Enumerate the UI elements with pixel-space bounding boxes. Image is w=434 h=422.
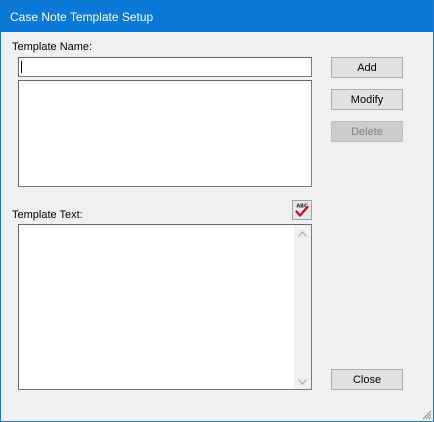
- close-button[interactable]: Close: [331, 369, 403, 390]
- scroll-down-arrow-icon[interactable]: [298, 379, 307, 385]
- spell-check-icon: ABC: [295, 204, 309, 217]
- template-text-label: Template Text:: [12, 209, 83, 221]
- title-bar[interactable]: Case Note Template Setup: [1, 1, 433, 32]
- modify-button[interactable]: Modify: [331, 89, 403, 110]
- template-text-area[interactable]: [18, 224, 312, 390]
- scroll-up-arrow-icon[interactable]: [298, 231, 307, 237]
- template-name-label: Template Name:: [12, 41, 93, 53]
- delete-button[interactable]: Delete: [331, 121, 403, 142]
- add-button[interactable]: Add: [331, 57, 403, 78]
- window-title: Case Note Template Setup: [10, 10, 154, 24]
- template-list[interactable]: [18, 80, 312, 187]
- text-caret: [21, 61, 22, 73]
- template-text-scrollbar[interactable]: [294, 225, 311, 389]
- template-name-input[interactable]: [18, 57, 312, 77]
- spell-check-button[interactable]: ABC: [292, 200, 312, 220]
- resize-grip-icon[interactable]: [420, 408, 432, 420]
- dialog-window: Case Note Template Setup Template Name: …: [0, 0, 434, 422]
